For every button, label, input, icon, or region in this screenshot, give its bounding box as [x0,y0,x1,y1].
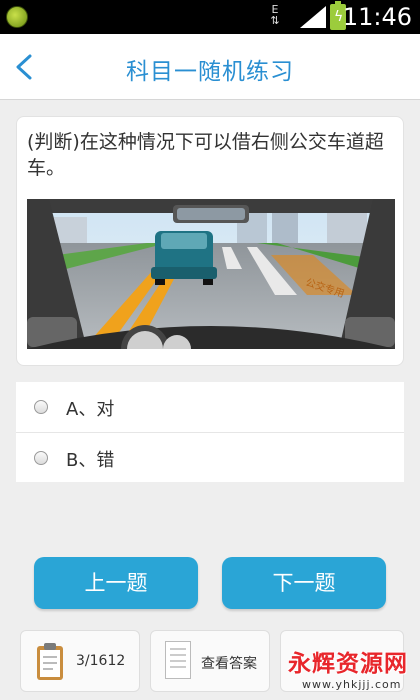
network-type-indicator: E ⇅ [268,4,282,26]
app-header: 科目一随机练习 [0,34,420,100]
driving-scene-image: 公交专用 [27,199,395,349]
question-progress-button[interactable]: 3/1612 [20,630,140,692]
question-card: (判断)在这种情况下可以借右侧公交车道超车。 公交专用 [16,116,404,366]
answer-options: A、对 B、错 [16,382,404,482]
option-b-radio[interactable] [34,451,48,465]
option-a-radio[interactable] [34,400,48,414]
option-a-label: A、对 [66,399,115,420]
previous-question-button[interactable]: 上一题 [34,557,198,609]
watermark-url: www.yhkjjj.com [302,678,402,691]
question-text: (判断)在这种情况下可以借右侧公交车道超车。 [27,131,384,179]
status-bar: E ⇅ ϟ 11:46 [0,0,420,34]
option-b-label: B、错 [66,450,115,471]
status-clock: 11:46 [342,3,412,31]
data-arrows-icon: ⇅ [270,14,280,27]
next-question-button[interactable]: 下一题 [222,557,386,609]
option-b[interactable]: B、错 [16,432,404,482]
document-icon [165,641,191,679]
site-watermark: 永辉资源网 www.yhkjjj.com [288,640,420,700]
option-a[interactable]: A、对 [16,382,404,432]
show-answer-label: 查看答案 [201,656,257,672]
show-answer-button[interactable]: 查看答案 [150,630,270,692]
watermark-title: 永辉资源网 [288,651,408,677]
page-title: 科目一随机练习 [126,59,294,85]
question-progress: 3/1612 [76,653,126,669]
clipboard-icon [37,643,63,680]
signal-strength-icon [300,6,326,28]
app-notification-icon [6,6,28,28]
